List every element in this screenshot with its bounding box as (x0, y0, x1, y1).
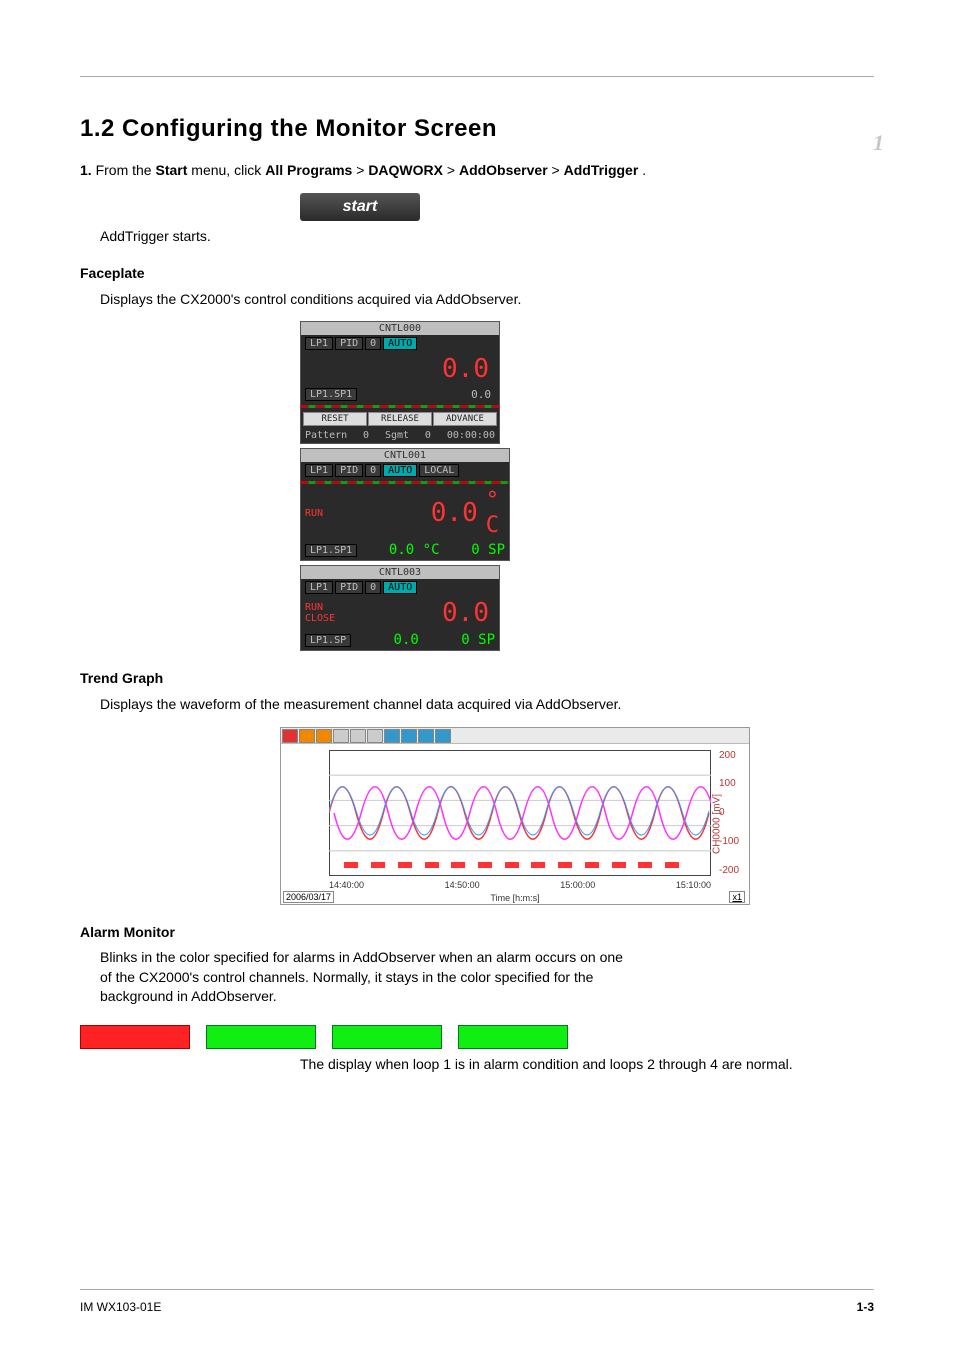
fp3-pv: 0.0 (337, 598, 495, 628)
faceplate-cntl001: CNTL001 LP1 PID 0 AUTO LOCAL RUN 0.0 ° C… (300, 448, 510, 561)
trend-tool-7[interactable] (384, 729, 400, 743)
fp1-pid: PID (335, 337, 363, 350)
fp1-pidn: 0 (365, 337, 381, 350)
trend-markers (329, 862, 711, 874)
faceplate-cntl003: CNTL003 LP1 PID 0 AUTO RUN CLOSE 0.0 LP1… (300, 565, 500, 651)
alarm-desc-3: background in AddObserver. (100, 987, 874, 1007)
faceplate-heading: Faceplate (80, 265, 145, 281)
fp1-reset[interactable]: RESET (303, 412, 367, 426)
trend-desc: Displays the waveform of the measurement… (100, 695, 874, 715)
faceplate-cntl000: CNTL000 LP1 PID 0 AUTO 0.0 LP1.SP1 0.0 R… (300, 321, 500, 444)
page-number: 1 (873, 130, 884, 156)
fp3-sp-label: LP1.SP (305, 634, 351, 647)
fp1-advance[interactable]: ADVANCE (433, 412, 497, 426)
fp1-auto: AUTO (383, 337, 417, 350)
fp2-sp-right: 0 SP (471, 542, 505, 558)
fp1-pattern-l: Pattern (305, 430, 347, 441)
fp2-run: RUN (305, 508, 323, 519)
fp2-pv: 0.0 (325, 498, 484, 528)
alarm-desc-2: of the CX2000's control channels. Normal… (100, 968, 874, 988)
fp2-sp-label: LP1.SP1 (305, 544, 357, 557)
trend-tool-8[interactable] (401, 729, 417, 743)
fp3-sp-val: 0.0 (353, 632, 459, 648)
footer-doc-id: IM WX103-01E (80, 1300, 161, 1314)
trend-xlabel: Time [h:m:s] (281, 893, 749, 903)
alarm-heading: Alarm Monitor (80, 924, 175, 940)
b-allprograms: All Programs (265, 162, 352, 178)
trend-tool-9[interactable] (418, 729, 434, 743)
alarm-loop-2 (206, 1025, 316, 1049)
fp1-sp-val: 0.0 (359, 388, 495, 401)
fp3-run: RUN (305, 602, 335, 613)
fp3-close: CLOSE (305, 613, 335, 624)
alarm-caption: The display when loop 1 is in alarm cond… (300, 1055, 874, 1075)
alarm-loop-4 (458, 1025, 568, 1049)
trend-tool-4[interactable] (333, 729, 349, 743)
step-text: From the (96, 162, 156, 178)
trend-tool-10[interactable] (435, 729, 451, 743)
alarm-loop-1 (80, 1025, 190, 1049)
trend-tool-3[interactable] (316, 729, 332, 743)
faceplate-desc: Displays the CX2000's control conditions… (100, 290, 874, 310)
windows-start-button[interactable]: start (300, 193, 420, 221)
trend-tool-5[interactable] (350, 729, 366, 743)
fp3-sp-right: 0 SP (461, 632, 495, 648)
trend-heading: Trend Graph (80, 670, 163, 686)
alarm-loop-3 (332, 1025, 442, 1049)
trend-toolbar (281, 728, 749, 744)
trend-graph: 200 100 0 -100 -200 CH0000 [mV] 14:40:00… (280, 727, 750, 905)
fp1-lp: LP1 (305, 337, 333, 350)
alarm-desc-1: Blinks in the color specified for alarms… (100, 948, 874, 968)
footer-page: 1-3 (857, 1300, 874, 1314)
trend-tool-1[interactable] (282, 729, 298, 743)
trend-xticks: 14:40:00 14:50:00 15:00:00 15:10:00 (329, 880, 711, 890)
fp2-title: CNTL001 (301, 449, 509, 462)
fp1-release[interactable]: RELEASE (368, 412, 432, 426)
fp1-time: 00:00:00 (447, 430, 495, 441)
b-start: Start (155, 162, 187, 178)
fp2-bar (301, 481, 509, 484)
b-addobserver: AddObserver (459, 162, 548, 178)
fp1-title: CNTL000 (301, 322, 499, 335)
fp1-sp-label: LP1.SP1 (305, 388, 357, 401)
fp3-title: CNTL003 (301, 566, 499, 579)
fp2-sp-val: 0.0 °C (359, 542, 469, 558)
fp1-bar (301, 405, 499, 408)
b-daqworx: DAQWORX (368, 162, 443, 178)
trend-date: 2006/03/17 (283, 891, 334, 903)
b-addtrigger: AddTrigger (564, 162, 639, 178)
trend-zoom[interactable]: x1 (729, 891, 745, 903)
trend-waves (329, 750, 711, 876)
step-number: 1. (80, 162, 92, 178)
fp1-pv: 0.0 (305, 354, 495, 384)
trend-tool-2[interactable] (299, 729, 315, 743)
trend-tool-6[interactable] (367, 729, 383, 743)
step1-result: AddTrigger starts. (100, 227, 874, 247)
section-title: 1.2 Configuring the Monitor Screen (80, 115, 874, 143)
trend-ylabel: CH0000 [mV] (711, 794, 722, 854)
